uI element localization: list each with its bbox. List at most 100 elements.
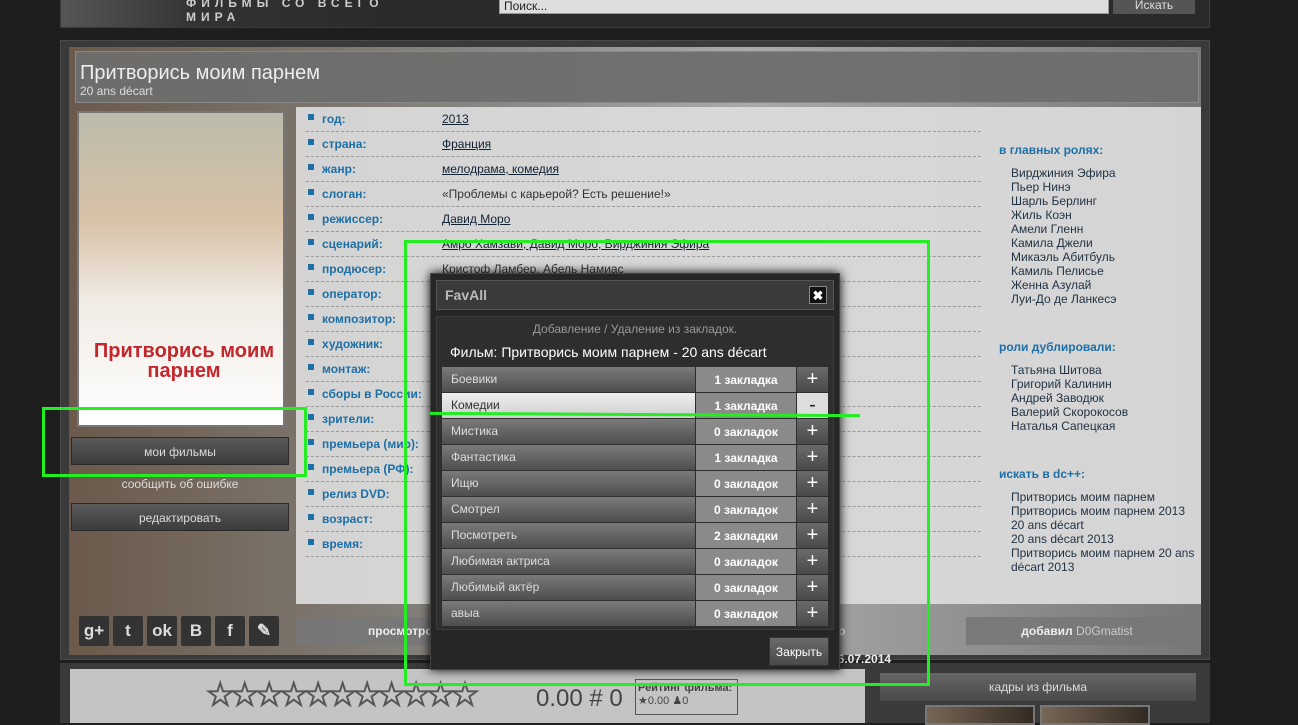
cast-item[interactable]: Микаэль Абитбуль — [1005, 250, 1116, 264]
bookmark-row[interactable]: Любимый актёр 0 закладок + — [442, 575, 828, 600]
frame-thumbnail[interactable] — [1040, 705, 1150, 725]
cast-item[interactable]: Камиль Пелисье — [1005, 264, 1116, 278]
add-icon[interactable]: + — [797, 419, 828, 444]
info-label: зрители: — [322, 412, 375, 426]
favall-dialog: FavAll ✖ Добавление / Удаление из заклад… — [430, 273, 840, 670]
bookmark-row[interactable]: Боевики 1 закладка + — [442, 367, 828, 392]
dub-item[interactable]: Андрей Заводюк — [1005, 391, 1128, 405]
dc-item[interactable]: 20 ans décart 2013 — [1005, 532, 1199, 546]
bookmark-count: 0 закладок — [696, 497, 796, 522]
search-button[interactable]: Искать — [1113, 0, 1195, 14]
cast-item[interactable]: Пьер Нинэ — [1005, 180, 1116, 194]
twitter-icon[interactable]: t — [113, 616, 143, 646]
info-value[interactable]: Амро Хамзави, Давид Моро, Вирджиния Эфир… — [442, 237, 709, 251]
info-label: продюсер: — [322, 262, 387, 276]
info-value[interactable]: 2013 — [442, 112, 469, 126]
google-plus-icon[interactable]: g+ — [79, 616, 109, 646]
add-icon[interactable]: + — [797, 445, 828, 470]
search-input[interactable]: Поиск... — [499, 0, 1109, 14]
info-link[interactable]: 2013 — [442, 112, 469, 126]
bullet-icon — [308, 389, 314, 395]
facebook-icon[interactable]: f — [215, 616, 245, 646]
bookmark-row[interactable]: Ищю 0 закладок + — [442, 471, 828, 496]
info-value[interactable]: мелодрама, комедия — [442, 162, 559, 176]
my-films-button[interactable]: мои фильмы — [71, 437, 289, 465]
bookmark-name[interactable]: Любимая актриса — [442, 549, 695, 574]
add-icon[interactable]: + — [797, 471, 828, 496]
add-icon[interactable]: + — [797, 367, 828, 392]
dialog-note: Добавление / Удаление из закладок. — [532, 322, 738, 336]
bookmark-name[interactable]: Посмотреть — [442, 523, 695, 548]
bullet-icon — [308, 464, 314, 470]
frame-thumbnail[interactable] — [925, 705, 1035, 725]
dc-heading: искать в dc++: — [999, 467, 1086, 481]
bookmark-count: 1 закладка — [696, 367, 796, 392]
add-icon[interactable]: + — [797, 549, 828, 574]
close-button[interactable]: Закрыть — [769, 637, 829, 666]
dc-item[interactable]: Притворись моим парнем 20 ans décart 201… — [1005, 546, 1199, 574]
dc-item[interactable]: Притворись моим парнем — [1005, 490, 1199, 504]
bookmark-name[interactable]: Фантастика — [442, 445, 695, 470]
cast-item[interactable]: Жиль Коэн — [1005, 208, 1116, 222]
bookmark-name[interactable]: Ищю — [442, 471, 695, 496]
bookmark-name[interactable]: Любимый актёр — [442, 575, 695, 600]
dc-item[interactable]: 20 ans décart — [1005, 518, 1199, 532]
report-error-button[interactable]: сообщить об ошибке — [71, 470, 289, 498]
info-label: слоган: — [322, 187, 367, 201]
bullet-icon — [308, 139, 314, 145]
info-label: страна: — [322, 137, 367, 151]
info-value[interactable]: Франция — [442, 137, 491, 151]
dub-item[interactable]: Наталья Сапецкая — [1005, 419, 1128, 433]
dub-item[interactable]: Татьяна Шитова — [1005, 363, 1128, 377]
edit-button[interactable]: редактировать — [71, 503, 289, 531]
info-label: композитор: — [322, 312, 397, 326]
dub-item[interactable]: Григорий Калинин — [1005, 377, 1128, 391]
add-icon[interactable]: + — [797, 523, 828, 548]
bookmark-name[interactable]: авыа — [442, 601, 695, 626]
views-text: просмотро — [368, 624, 433, 638]
bookmark-row[interactable]: Мистика 0 закладок + — [442, 419, 828, 444]
bookmark-row[interactable]: авыа 0 закладок + — [442, 601, 828, 626]
info-link[interactable]: мелодрама, комедия — [442, 162, 559, 176]
info-link[interactable]: Франция — [442, 137, 491, 151]
cast-item[interactable]: Луи-До де Ланкесэ — [1005, 292, 1116, 306]
cast-item[interactable]: Камила Джели — [1005, 236, 1116, 250]
bookmark-name[interactable]: Смотрел — [442, 497, 695, 522]
cast-item[interactable]: Вирджиния Эфира — [1005, 166, 1116, 180]
info-link[interactable]: Амро Хамзави, Давид Моро, Вирджиния Эфир… — [442, 237, 709, 251]
cast-item[interactable]: Амели Гленн — [1005, 222, 1116, 236]
original-title: 20 ans décart — [80, 84, 153, 98]
dub-item[interactable]: Валерий Скорокосов — [1005, 405, 1128, 419]
livejournal-icon[interactable]: ✎ — [249, 616, 279, 646]
bookmark-row[interactable]: Смотрел 0 закладок + — [442, 497, 828, 522]
bookmark-row[interactable]: Посмотреть 2 закладки + — [442, 523, 828, 548]
info-label: сценарий: — [322, 237, 383, 251]
dc-item[interactable]: Притворись моим парнем 2013 — [1005, 504, 1199, 518]
info-row: жанр: мелодрама, комедия — [306, 157, 981, 182]
bookmark-row[interactable]: Любимая актриса 0 закладок + — [442, 549, 828, 574]
cast-item[interactable]: Женна Азулай — [1005, 278, 1116, 292]
bookmark-count: 0 закладок — [696, 419, 796, 444]
site-logo[interactable]: ФИЛЬМЫ СО ВСЕГО МИРА — [61, 0, 401, 27]
odnoklassniki-icon[interactable]: ok — [147, 616, 177, 646]
star-rating[interactable]: ☆☆☆☆☆☆☆☆☆☆☆ — [204, 675, 480, 715]
dub-heading: роли дублировали: — [999, 340, 1116, 354]
info-value[interactable]: Давид Моро — [442, 212, 510, 226]
vk-icon[interactable]: B — [181, 616, 211, 646]
cast-heading: в главных ролях: — [999, 143, 1104, 157]
add-icon[interactable]: + — [797, 601, 828, 626]
cast-item[interactable]: Шарль Берлинг — [1005, 194, 1116, 208]
user-link[interactable]: D0Gmatist — [1076, 624, 1133, 638]
bullet-icon — [308, 514, 314, 520]
poster-title: Притворись моим парнем — [93, 340, 275, 382]
bookmark-name[interactable]: Мистика — [442, 419, 695, 444]
bookmark-name[interactable]: Боевики — [442, 367, 695, 392]
dub-list: роли дублировали: Татьяна Шитова Григорий … — [999, 340, 1128, 433]
add-icon[interactable]: + — [797, 497, 828, 522]
bookmark-row[interactable]: Фантастика 1 закладка + — [442, 445, 828, 470]
close-icon[interactable]: ✖ — [809, 286, 827, 304]
info-row: год: 2013 — [306, 107, 981, 132]
rating-avg: 0.00 — [647, 695, 670, 707]
add-icon[interactable]: + — [797, 575, 828, 600]
info-link[interactable]: Давид Моро — [442, 212, 510, 226]
